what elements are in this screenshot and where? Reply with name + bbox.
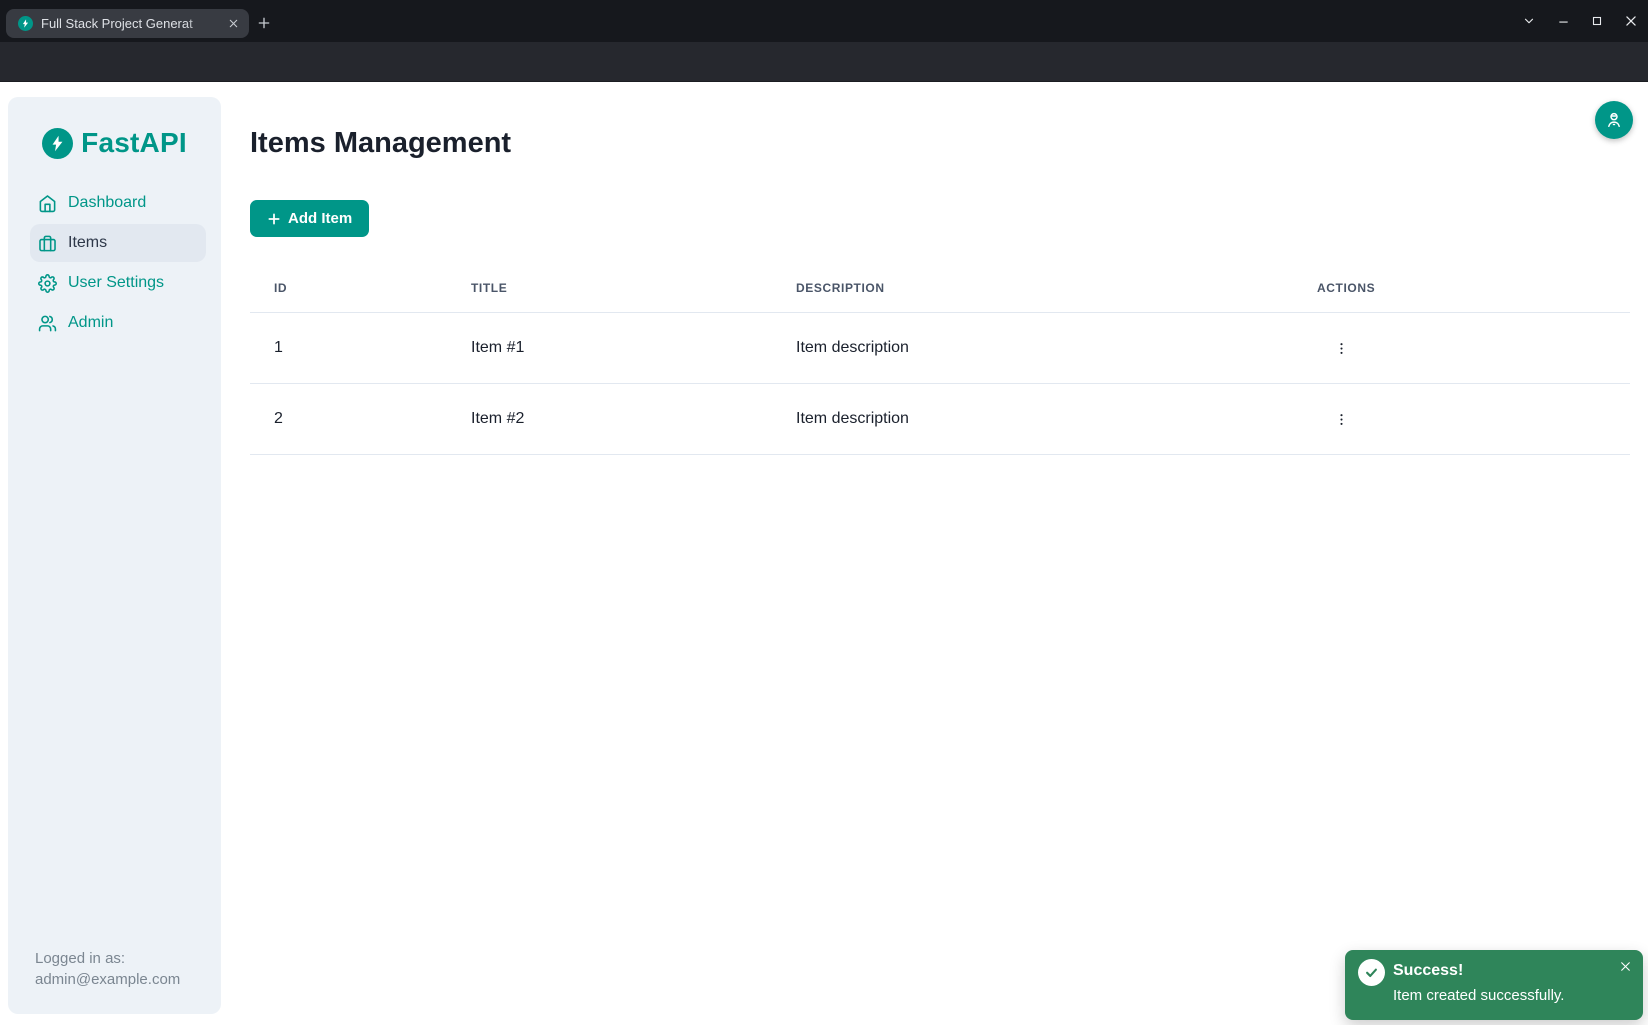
window-controls xyxy=(1512,9,1648,33)
sidebar-item-label: User Settings xyxy=(68,274,164,292)
table-header-row: ID TITLE DESCRIPTION ACTIONS xyxy=(250,263,1630,313)
briefcase-icon xyxy=(38,234,57,253)
plus-icon xyxy=(267,212,281,226)
toast-close-button[interactable] xyxy=(1616,957,1634,975)
tab-title-fade xyxy=(185,15,219,32)
table-row: 2 Item #2 Item description xyxy=(250,384,1630,455)
items-table: ID TITLE DESCRIPTION ACTIONS 1 Item #1 I… xyxy=(250,263,1630,455)
col-header-actions: ACTIONS xyxy=(1293,281,1630,295)
tab-title-wrap: Full Stack Project Generat xyxy=(41,15,219,32)
toast-message: Item created successfully. xyxy=(1393,987,1564,1004)
logged-in-label: Logged in as: xyxy=(35,948,180,969)
app-page: FastAPI Dashboard Items User Settings xyxy=(0,82,1648,1025)
add-item-label: Add Item xyxy=(288,210,352,227)
fastapi-favicon-icon xyxy=(18,16,33,31)
logged-in-email: admin@example.com xyxy=(35,969,180,990)
users-icon xyxy=(38,314,57,333)
cell-title: Item #1 xyxy=(447,339,772,357)
browser-toolbar: localhost/items 1 xyxy=(0,42,1648,82)
fastapi-logo-icon xyxy=(42,128,73,159)
minimize-button[interactable] xyxy=(1546,9,1580,33)
success-toast: Success! Item created successfully. xyxy=(1345,950,1643,1020)
sidebar-item-user-settings[interactable]: User Settings xyxy=(30,264,206,302)
toast-title: Success! xyxy=(1393,962,1463,980)
tab-close-icon[interactable] xyxy=(225,16,241,32)
sidebar-item-items[interactable]: Items xyxy=(30,224,206,262)
check-circle-icon xyxy=(1358,959,1385,986)
cell-id: 1 xyxy=(250,339,447,357)
home-icon xyxy=(38,194,57,213)
tab-title: Full Stack Project Generat xyxy=(41,16,193,31)
cell-description: Item description xyxy=(772,339,1293,357)
user-avatar-icon xyxy=(1604,110,1624,130)
sidebar-item-label: Items xyxy=(68,234,107,252)
close-window-button[interactable] xyxy=(1614,9,1648,33)
cell-title: Item #2 xyxy=(447,410,772,428)
sidebar-item-admin[interactable]: Admin xyxy=(30,304,206,342)
cell-id: 2 xyxy=(250,410,447,428)
col-header-id: ID xyxy=(250,281,447,295)
add-item-button[interactable]: Add Item xyxy=(250,200,369,237)
table-row: 1 Item #1 Item description xyxy=(250,313,1630,384)
logo-text: FastAPI xyxy=(81,127,187,159)
logged-in-info: Logged in as: admin@example.com xyxy=(35,948,180,990)
sidebar-item-label: Dashboard xyxy=(68,194,146,212)
tab-search-chevron-icon[interactable] xyxy=(1512,9,1546,33)
user-menu-button[interactable] xyxy=(1595,101,1633,139)
row-actions-menu-button[interactable] xyxy=(1328,406,1354,432)
page-title: Items Management xyxy=(250,127,511,160)
sidebar-item-label: Admin xyxy=(68,314,113,332)
browser-titlebar: Full Stack Project Generat xyxy=(0,0,1648,42)
new-tab-button[interactable] xyxy=(252,11,276,35)
row-actions-menu-button[interactable] xyxy=(1328,335,1354,361)
maximize-button[interactable] xyxy=(1580,9,1614,33)
browser-tab[interactable]: Full Stack Project Generat xyxy=(6,9,249,38)
gear-icon xyxy=(38,274,57,293)
cell-description: Item description xyxy=(772,410,1293,428)
sidebar-item-dashboard[interactable]: Dashboard xyxy=(30,184,206,222)
col-header-title: TITLE xyxy=(447,281,772,295)
sidebar-nav: Dashboard Items User Settings Admin xyxy=(8,184,221,342)
sidebar: FastAPI Dashboard Items User Settings xyxy=(8,97,221,1014)
fastapi-logo: FastAPI xyxy=(8,127,221,159)
col-header-description: DESCRIPTION xyxy=(772,281,1293,295)
